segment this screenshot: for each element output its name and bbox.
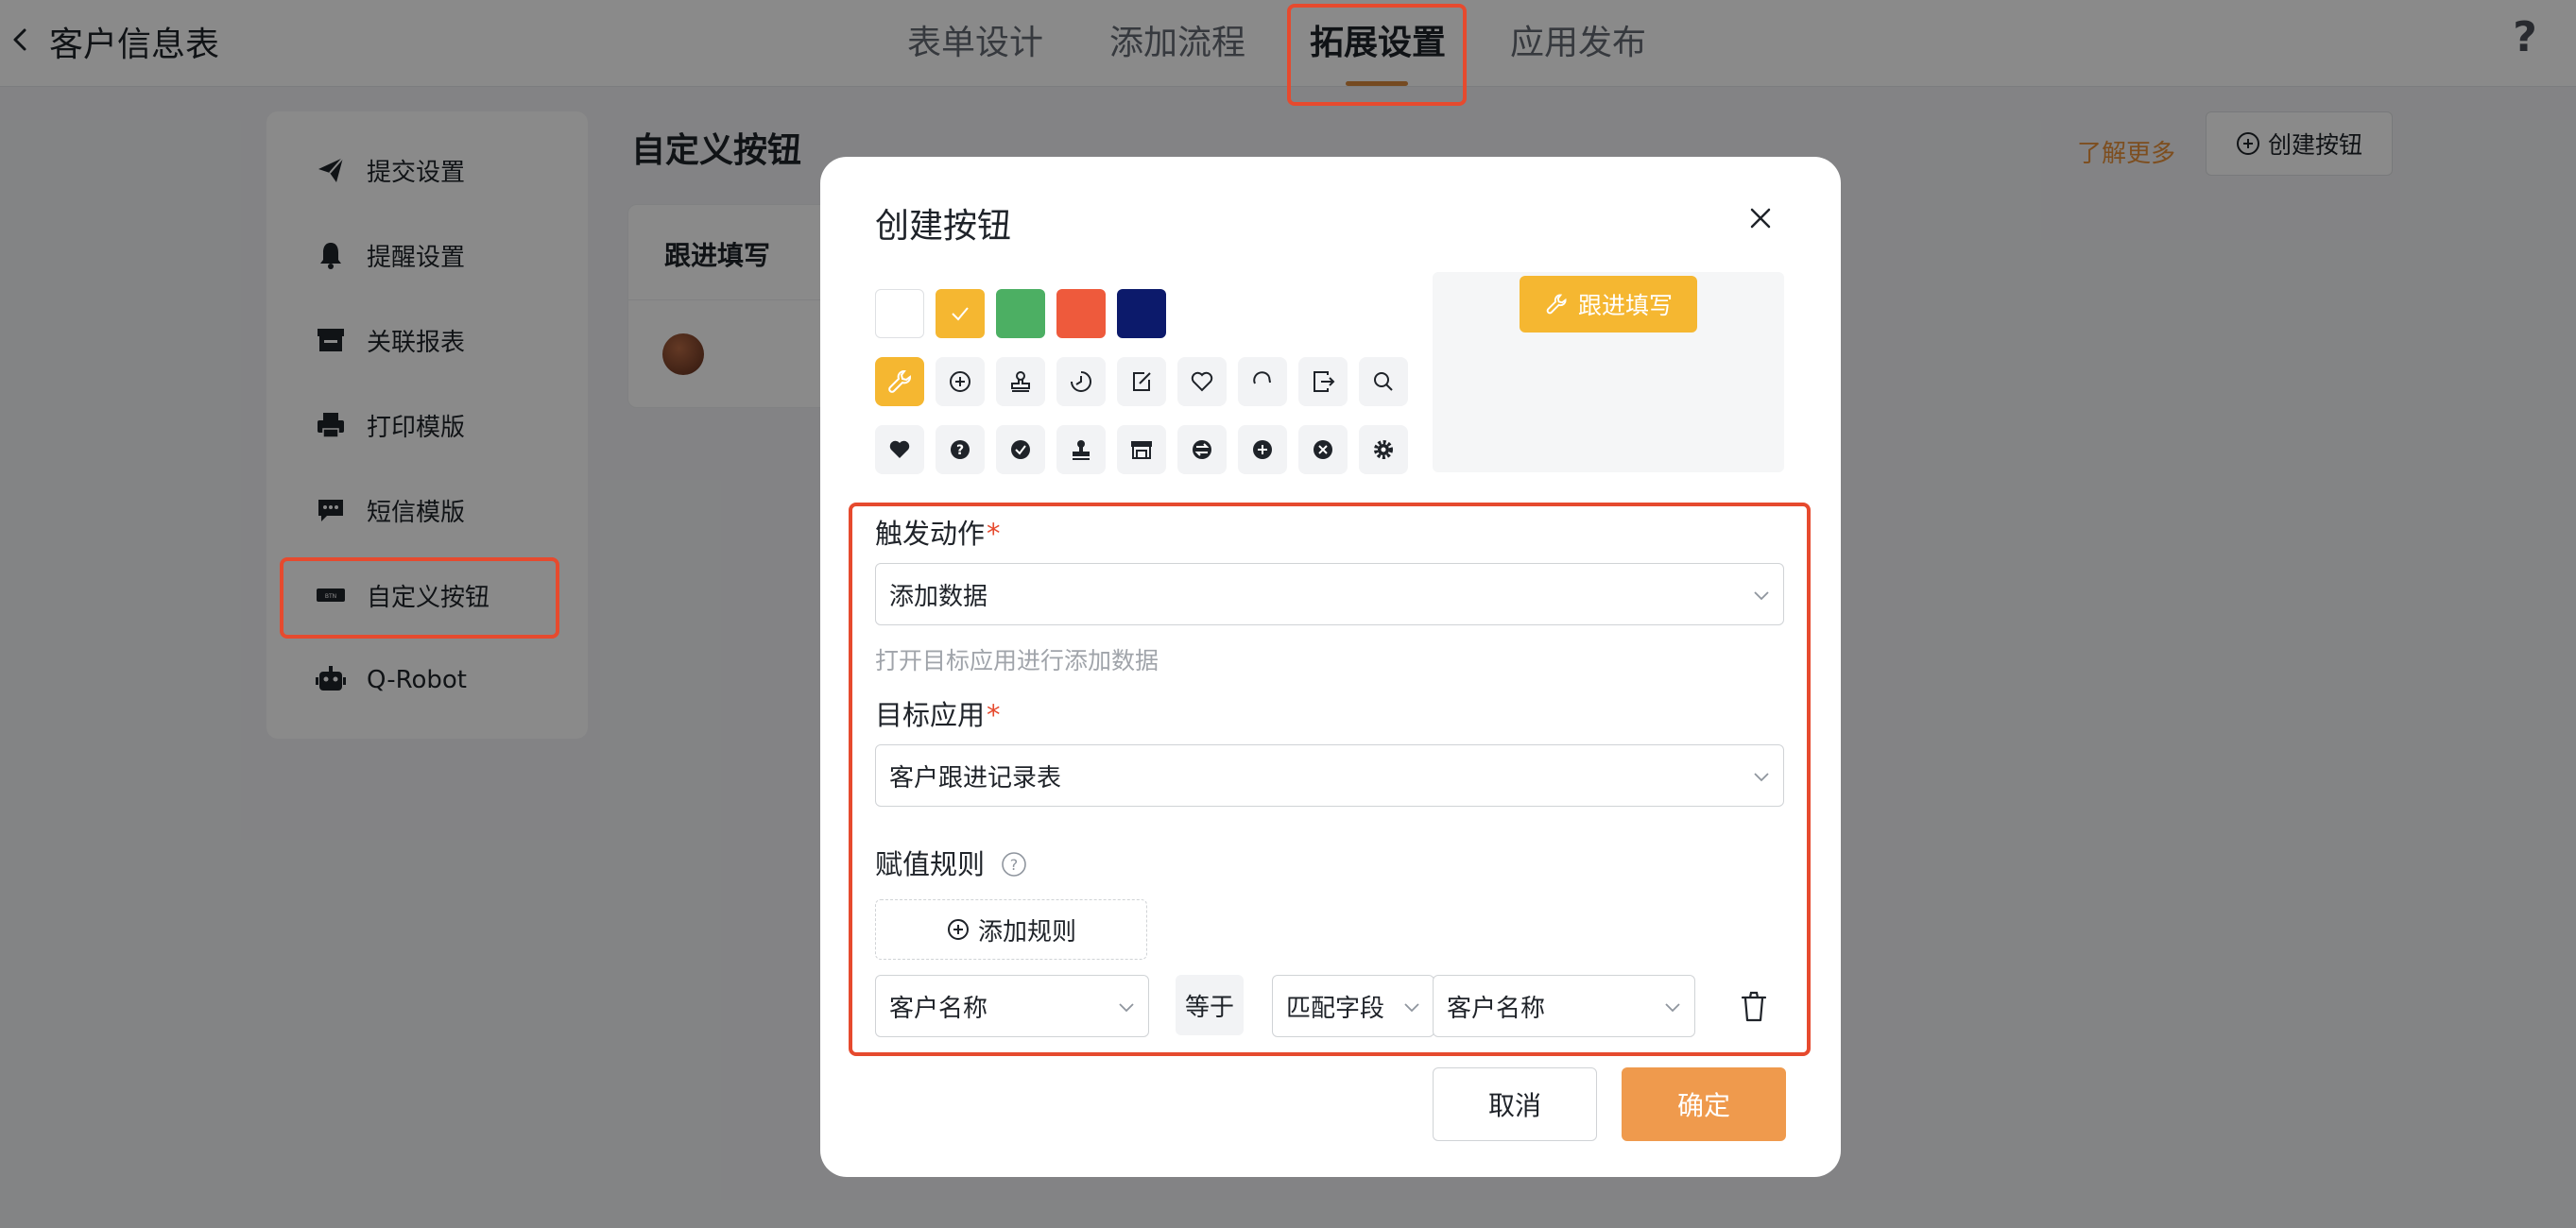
color-swatch-navy[interactable]	[1117, 289, 1166, 338]
icon-option-swap[interactable]	[1177, 425, 1227, 474]
svg-text:?: ?	[956, 443, 964, 458]
close-filled-icon	[1314, 440, 1332, 459]
icon-option-edit[interactable]	[1117, 357, 1166, 406]
icon-option-stamp-filled[interactable]	[1056, 425, 1106, 474]
icon-option-check[interactable]	[996, 425, 1045, 474]
icon-option-clock[interactable]	[1056, 357, 1106, 406]
shop-icon	[1131, 441, 1152, 459]
rule-match-type-value: 匹配字段	[1286, 994, 1385, 1023]
preview-button-label: 跟进填写	[1577, 292, 1673, 319]
dialog-title: 创建按钮	[875, 207, 1012, 246]
button-preview-area: 跟进填写	[1433, 272, 1784, 472]
settings-filled-icon	[1374, 440, 1393, 459]
chevron-down-icon	[1404, 1003, 1419, 1013]
color-swatch-green[interactable]	[996, 289, 1045, 338]
icon-option-plus-circle[interactable]	[936, 357, 985, 406]
rule-match-value-select[interactable]: 客户名称	[1433, 975, 1695, 1037]
icon-option-shop[interactable]	[1117, 425, 1166, 474]
icon-option-plus-filled[interactable]	[1238, 425, 1287, 474]
rule-match-value: 客户名称	[1447, 994, 1546, 1023]
add-rule-label: 添加规则	[977, 917, 1076, 947]
assignment-rules-label: 赋值规则 ?	[875, 843, 1027, 882]
refresh-icon	[1253, 371, 1271, 384]
icon-option-wrench[interactable]	[875, 357, 924, 406]
confirm-button[interactable]: 确定	[1622, 1067, 1786, 1141]
icon-option-export[interactable]	[1298, 357, 1348, 406]
export-icon	[1314, 371, 1335, 392]
stamp-icon	[1011, 371, 1030, 392]
icon-option-stamp[interactable]	[996, 357, 1045, 406]
add-rule-button[interactable]: 添加规则	[875, 899, 1147, 960]
trigger-action-label: 触发动作*	[875, 512, 1001, 552]
color-swatch-white[interactable]	[875, 289, 924, 338]
preview-button: 跟进填写	[1520, 276, 1697, 333]
target-app-value: 客户跟进记录表	[889, 763, 1062, 793]
chevron-down-icon	[1119, 1003, 1134, 1013]
rule-match-type-select[interactable]: 匹配字段	[1272, 975, 1434, 1037]
required-mark: *	[987, 699, 1001, 731]
icon-option-settings[interactable]	[1359, 425, 1408, 474]
tab-highlight-box	[1287, 4, 1467, 106]
stamp-filled-icon	[1073, 440, 1090, 460]
trigger-action-label-text: 触发动作	[875, 518, 986, 550]
plus-filled-icon	[1253, 440, 1272, 459]
target-app-select[interactable]: 客户跟进记录表	[875, 744, 1784, 807]
trigger-action-hint: 打开目标应用进行添加数据	[875, 647, 1159, 674]
trash-icon[interactable]	[1737, 988, 1771, 1024]
color-swatch-yellow[interactable]	[936, 289, 985, 338]
search-icon	[1374, 372, 1393, 391]
heart-icon	[1191, 371, 1213, 392]
swap-filled-icon	[1193, 440, 1211, 459]
chevron-down-icon	[1754, 773, 1769, 782]
icon-option-search[interactable]	[1359, 357, 1408, 406]
rule-field-select[interactable]: 客户名称	[875, 975, 1149, 1037]
svg-text:?: ?	[1010, 856, 1019, 874]
edit-square-icon	[1133, 372, 1151, 391]
trigger-action-select[interactable]: 添加数据	[875, 563, 1784, 625]
icon-option-heart-filled[interactable]	[875, 425, 924, 474]
plus-circle-icon	[950, 371, 970, 392]
rule-field-value: 客户名称	[889, 994, 988, 1023]
help-filled-icon: ?	[951, 440, 970, 459]
clock-icon	[1071, 371, 1091, 392]
target-app-label: 目标应用*	[875, 693, 1001, 733]
icon-option-heart[interactable]	[1177, 357, 1227, 406]
heart-filled-icon	[889, 440, 910, 458]
required-mark: *	[987, 518, 1001, 550]
sidebar-highlight-box	[280, 557, 559, 639]
cancel-button[interactable]: 取消	[1433, 1067, 1597, 1141]
wrench-icon	[1546, 294, 1567, 315]
wrench-icon	[888, 370, 911, 393]
check-filled-icon	[1011, 440, 1030, 459]
color-swatch-red[interactable]	[1056, 289, 1106, 338]
trigger-action-value: 添加数据	[889, 582, 988, 611]
target-app-label-text: 目标应用	[875, 699, 986, 731]
assignment-rules-label-text: 赋值规则	[875, 848, 986, 880]
rule-operator: 等于	[1176, 975, 1244, 1035]
chevron-down-icon	[1754, 591, 1769, 601]
plus-circle-icon	[947, 919, 969, 940]
check-icon	[952, 307, 969, 321]
icon-option-help[interactable]: ?	[936, 425, 985, 474]
create-button-dialog: 创建按钮 ? 跟进填写 触发动作* 添加数据 打开目标应用进行添加数据 目标应用…	[820, 157, 1841, 1177]
icon-option-close-filled[interactable]	[1298, 425, 1348, 474]
chevron-down-icon	[1665, 1003, 1680, 1013]
help-circle-icon[interactable]: ?	[1001, 851, 1027, 878]
close-icon[interactable]	[1744, 202, 1777, 234]
icon-option-refresh[interactable]	[1238, 357, 1287, 406]
